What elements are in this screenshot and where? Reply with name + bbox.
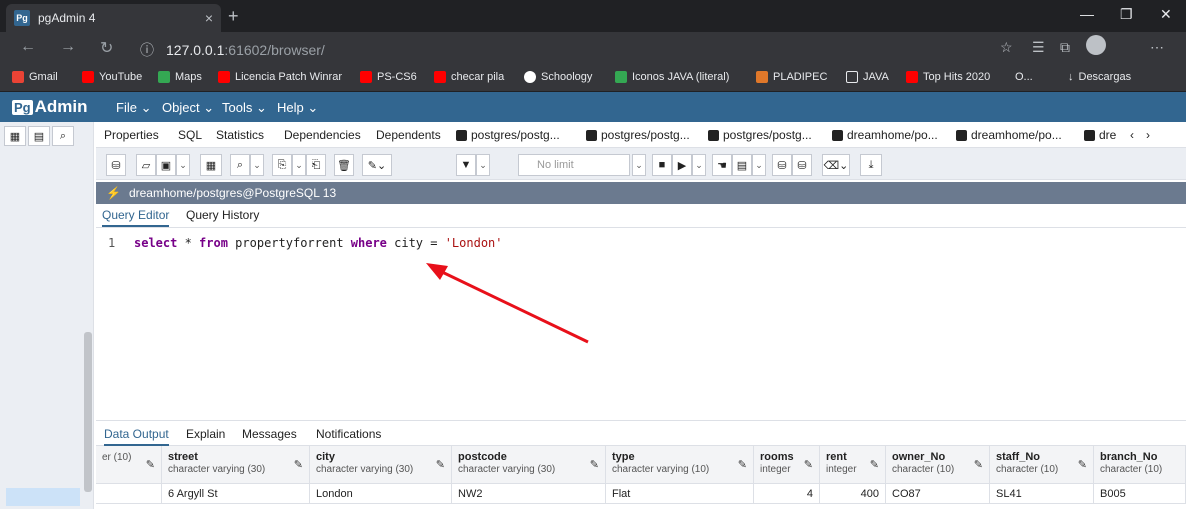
column-header[interactable]: branch_No character (10) [1094, 446, 1186, 484]
edit-pencil-icon: ✎ [293, 459, 303, 471]
data-output-tabs: Data Output Explain Messages Notificatio… [96, 420, 1186, 446]
tab-explain[interactable]: Explain [186, 427, 225, 441]
table-cell[interactable]: NW2 [452, 484, 606, 504]
edit-pencil-icon: ✎ [973, 459, 983, 471]
table-cell[interactable]: 400 [820, 484, 886, 504]
edit-pencil-icon: ✎ [589, 459, 599, 471]
column-header[interactable]: rooms integer ✎ [754, 446, 820, 484]
table-cell[interactable]: CO87 [886, 484, 990, 504]
table-cell[interactable]: SL41 [990, 484, 1094, 504]
table-cell[interactable]: 4 [754, 484, 820, 504]
column-header[interactable]: owner_No character (10) ✎ [886, 446, 990, 484]
column-header[interactable]: rent integer ✎ [820, 446, 886, 484]
column-header[interactable]: postcode character varying (30) ✎ [452, 446, 606, 484]
column-header[interactable]: street character varying (30) ✎ [162, 446, 310, 484]
edit-pencil-icon: ✎ [145, 459, 155, 471]
tab-data-output[interactable]: Data Output [104, 427, 169, 446]
edit-pencil-icon: ✎ [435, 459, 445, 471]
column-header[interactable]: city character varying (30) ✎ [310, 446, 452, 484]
column-header[interactable]: er (10) ✎ [96, 446, 162, 484]
result-grid: er (10) ✎ street character varying (30) ✎ c… [96, 446, 1186, 509]
table-cell[interactable]: 6 Argyll St [162, 484, 310, 504]
table-cell[interactable]: London [310, 484, 452, 504]
edit-pencil-icon: ✎ [737, 459, 747, 471]
tab-messages[interactable]: Messages [242, 427, 297, 441]
tab-notifications[interactable]: Notifications [316, 427, 381, 441]
column-header[interactable]: type character varying (10) ✎ [606, 446, 754, 484]
table-cell[interactable]: B005 [1094, 484, 1186, 504]
edit-pencil-icon: ✎ [803, 459, 813, 471]
edit-pencil-icon: ✎ [869, 459, 879, 471]
table-cell[interactable] [96, 484, 162, 504]
column-header[interactable]: staff_No character (10) ✎ [990, 446, 1094, 484]
edit-pencil-icon: ✎ [1077, 459, 1087, 471]
table-cell[interactable]: Flat [606, 484, 754, 504]
